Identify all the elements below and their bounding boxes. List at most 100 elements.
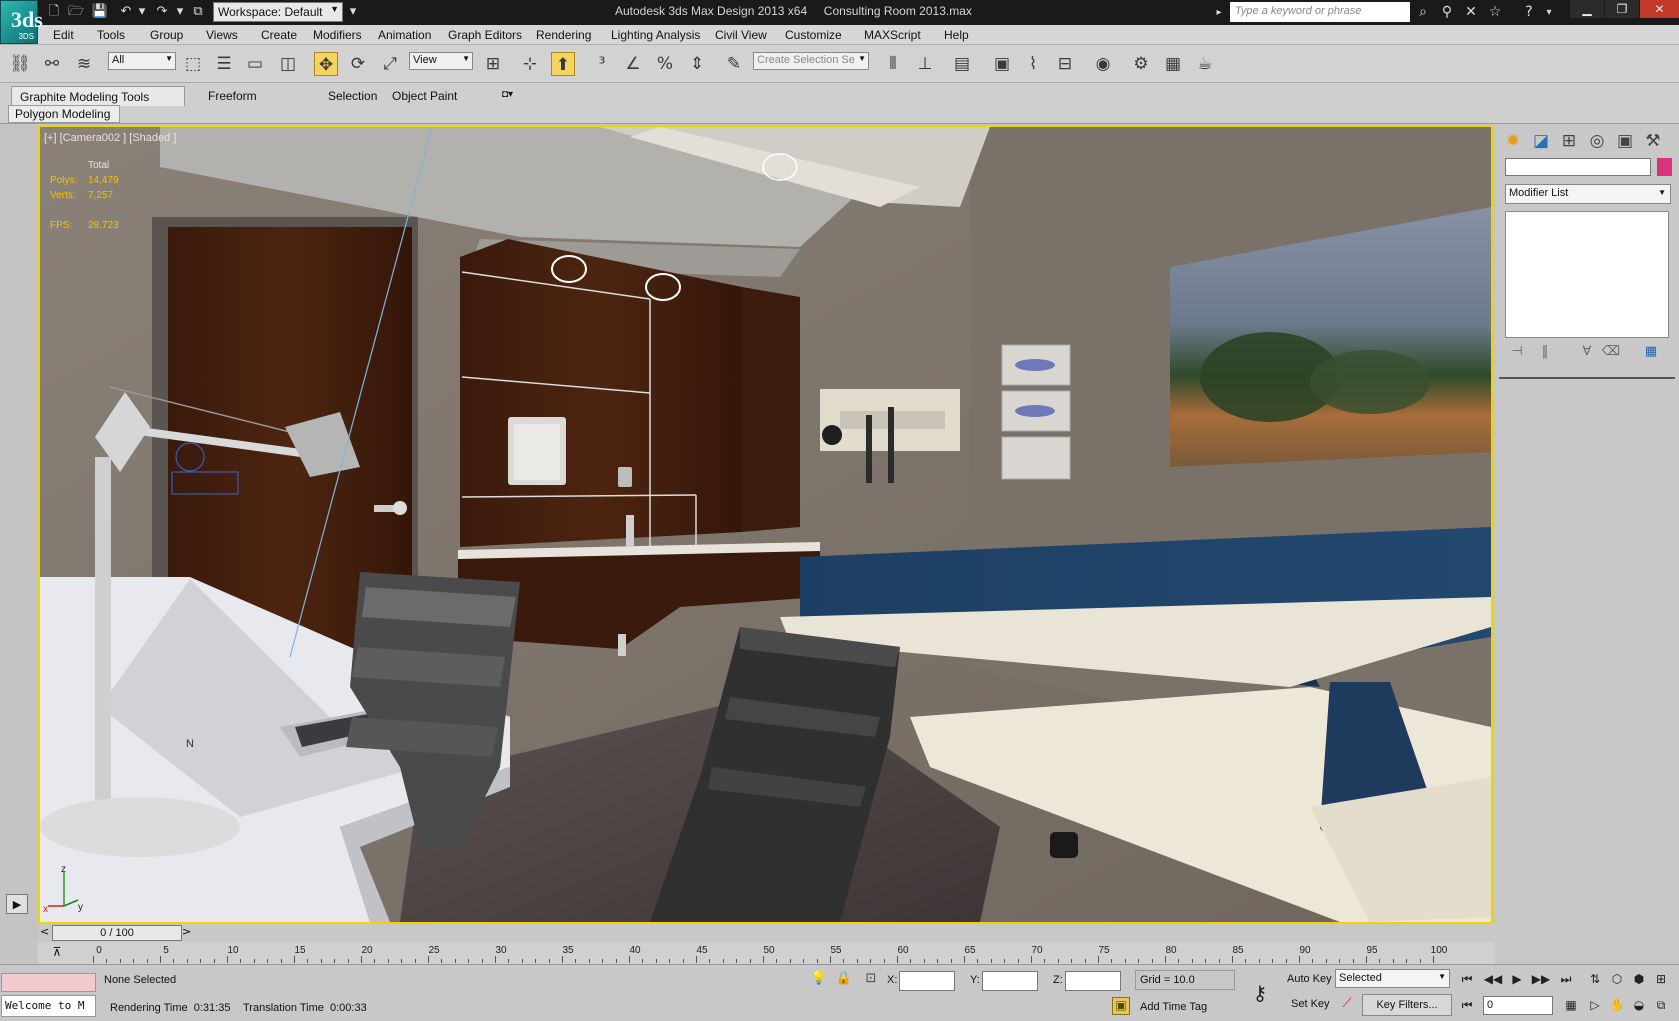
hierarchy-panel-icon[interactable]: ⊞ [1557, 129, 1581, 153]
selection-filter-dropdown[interactable]: All ▼ [108, 52, 176, 70]
go-to-start-icon[interactable]: ⏮ [1456, 969, 1478, 989]
keyboard-shortcut-override-icon[interactable]: ⬆ [551, 52, 575, 76]
play-animation-icon[interactable]: ▶ [1506, 969, 1528, 989]
modify-panel-icon[interactable]: ◪ [1529, 129, 1553, 153]
material-editor-icon[interactable]: ◉ [1091, 52, 1115, 76]
pivot-center-icon[interactable]: ⊞ [481, 52, 505, 76]
go-to-end-icon[interactable]: ⏭ [1555, 969, 1577, 989]
render-production-icon[interactable]: ☕ [1193, 52, 1217, 76]
tab-graphite-modeling-tools[interactable]: Graphite Modeling Tools [11, 86, 185, 106]
select-and-scale-icon[interactable]: ⤢ [378, 52, 402, 76]
spinner-snap-icon[interactable]: ⇕ [685, 52, 709, 76]
menu-modifiers[interactable]: Modifiers [313, 28, 362, 42]
tab-selection[interactable]: Selection [320, 86, 385, 106]
bind-to-space-warp-icon[interactable]: ≋ [72, 52, 96, 76]
configure-modifier-sets-icon[interactable]: ▦ [1641, 344, 1661, 364]
align-icon[interactable]: ⊥ [913, 52, 937, 76]
layer-manager-icon[interactable]: ▤ [950, 52, 974, 76]
edit-named-selection-icon[interactable]: ✎ [722, 52, 746, 76]
curve-editor-icon[interactable]: ⌇ [1021, 52, 1045, 76]
select-by-name-icon[interactable]: ☰ [212, 52, 236, 76]
subscription-center-icon[interactable]: ⚲ [1436, 3, 1458, 22]
binoculars-icon[interactable]: ⌕ [1412, 3, 1434, 22]
angle-snap-icon[interactable]: ∠ [621, 52, 645, 76]
tab-freeform[interactable]: Freeform [200, 86, 265, 106]
remove-modifier-icon[interactable]: ⌫ [1601, 344, 1621, 364]
zoom-icon[interactable]: ⇅ [1584, 969, 1606, 989]
display-panel-icon[interactable]: ▣ [1613, 129, 1637, 153]
absolute-mode-transform-icon[interactable]: ⊡ [862, 971, 880, 989]
trackbar-toggle-icon[interactable]: ▶ [6, 894, 28, 914]
ribbon-options-icon[interactable]: ◘▾ [494, 86, 521, 106]
favorites-star-icon[interactable]: ☆ [1484, 3, 1506, 22]
select-and-link-icon[interactable]: ⛓ [8, 52, 32, 76]
menu-customize[interactable]: Customize [785, 28, 842, 42]
percent-snap-icon[interactable]: % [653, 52, 677, 76]
menu-civil-view[interactable]: Civil View [715, 28, 767, 42]
y-coord-field[interactable] [982, 971, 1038, 991]
key-mode-dropdown[interactable]: Selected ▼ [1335, 969, 1450, 988]
maxscript-mini-listener-input[interactable]: Welcome to M [1, 995, 96, 1017]
customize-quick-access-icon[interactable]: ▾ [343, 3, 363, 21]
new-file-icon[interactable]: 🗋 [44, 3, 64, 21]
modifier-list-dropdown[interactable]: Modifier List ▼ [1505, 184, 1671, 204]
menu-graph-editors[interactable]: Graph Editors [448, 28, 522, 42]
viewport-camera002[interactable]: [+] [Camera002 ] [Shaded ] Total Polys: … [38, 125, 1493, 924]
zoom-extents-icon[interactable]: ⬢ [1628, 969, 1650, 989]
create-panel-icon[interactable]: ✹ [1501, 129, 1525, 153]
mirror-icon[interactable]: ⫴ [881, 52, 905, 76]
field-of-view-icon[interactable]: ▷ [1584, 995, 1606, 1015]
ribbon-panel-polygon-modeling[interactable]: Polygon Modeling [8, 105, 120, 123]
menu-views[interactable]: Views [206, 28, 238, 42]
next-frame-icon[interactable]: ▶▶ [1530, 969, 1552, 989]
help-dropdown-icon[interactable]: ▾ [1538, 3, 1560, 22]
rectangular-selection-icon[interactable]: ▭ [243, 52, 267, 76]
redo-dropdown-icon[interactable]: ▾ [170, 3, 190, 21]
menu-tools[interactable]: Tools [97, 28, 125, 42]
search-input[interactable]: Type a keyword or phrase [1230, 2, 1410, 22]
add-time-tag-button[interactable]: Add Time Tag [1140, 1001, 1207, 1013]
menu-lighting-analysis[interactable]: Lighting Analysis [611, 28, 700, 42]
project-folder-icon[interactable]: ⧉ [188, 3, 208, 21]
schematic-view-icon[interactable]: ⊟ [1053, 52, 1077, 76]
select-and-move-icon[interactable]: ✥ [314, 52, 338, 76]
time-slider[interactable]: < 0 / 100 > [38, 924, 1495, 942]
isolate-selection-icon[interactable]: 💡 [810, 971, 828, 989]
orbit-icon[interactable]: ◒ [1628, 995, 1650, 1015]
close-icon[interactable]: ✕ [1640, 0, 1679, 18]
viewport-label-menu[interactable]: [+] [Camera002 ] [Shaded ] [44, 132, 176, 144]
reference-coordinate-dropdown[interactable]: View ▼ [409, 52, 473, 70]
object-color-swatch[interactable] [1657, 158, 1672, 176]
selection-lock-icon[interactable]: 🔒 [835, 971, 853, 989]
menu-help[interactable]: Help [944, 28, 969, 42]
undo-dropdown-icon[interactable]: ▾ [132, 3, 152, 21]
unlink-selection-icon[interactable]: ⚯ [40, 52, 64, 76]
maxscript-mini-listener-output[interactable] [1, 973, 96, 992]
make-unique-icon[interactable]: ∀ [1577, 344, 1597, 364]
menu-maxscript[interactable]: MAXScript [864, 28, 921, 42]
track-bar[interactable]: ⊼ 0 5 10 15 20 25 30 35 40 45 50 55 60 65 70 75 80 85 90 95… [38, 942, 1495, 964]
maximize-viewport-icon[interactable]: ⧉ [1650, 995, 1672, 1015]
utilities-panel-icon[interactable]: ⚒ [1641, 129, 1665, 153]
select-object-icon[interactable]: ⬚ [181, 52, 205, 76]
pan-view-icon[interactable]: ✋ [1606, 995, 1628, 1015]
menu-rendering[interactable]: Rendering [536, 28, 591, 42]
named-selection-sets-dropdown[interactable]: Create Selection Se ▼ [753, 52, 869, 70]
modifier-stack-list[interactable] [1505, 211, 1669, 338]
mini-curve-editor-icon[interactable]: ⊼ [48, 945, 66, 961]
minimize-icon[interactable]: ▁ [1570, 0, 1604, 18]
key-filters-button[interactable]: Key Filters... [1362, 994, 1452, 1016]
zoom-extents-all-icon[interactable]: ⊞ [1650, 969, 1672, 989]
redo-icon[interactable]: ↷ [152, 3, 172, 21]
menu-edit[interactable]: Edit [53, 28, 74, 42]
z-coord-field[interactable] [1065, 971, 1121, 991]
current-frame-field[interactable]: 0 [1483, 996, 1553, 1015]
open-file-icon[interactable]: 🗁 [66, 3, 86, 21]
application-menu-button[interactable]: 3ds 3DS [0, 0, 43, 44]
save-file-icon[interactable]: 💾 [90, 3, 110, 21]
select-and-manipulate-icon[interactable]: ⊹ [518, 52, 542, 76]
auto-key-button[interactable]: Auto Key [1283, 970, 1336, 990]
time-tag-icon[interactable]: ▣ [1112, 997, 1130, 1015]
motion-panel-icon[interactable]: ◎ [1585, 129, 1609, 153]
menu-group[interactable]: Group [150, 28, 183, 42]
